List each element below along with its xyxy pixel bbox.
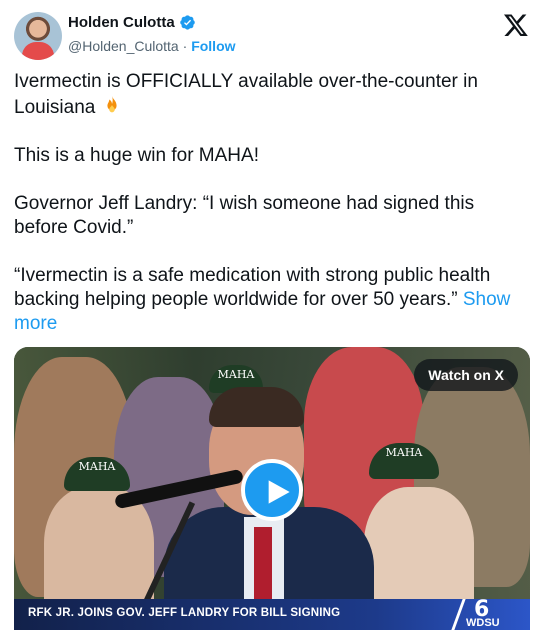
fire-icon: [107, 95, 117, 113]
x-logo-icon[interactable]: [503, 12, 529, 38]
tweet-paragraph-3: Governor Jeff Landry: “I wish someone ha…: [14, 193, 475, 238]
tweet-line-1: Ivermectin is OFFICIALLY available over-…: [14, 71, 478, 118]
news-lower-third: RFK JR. JOINS GOV. JEFF LANDRY FOR BILL …: [14, 597, 530, 630]
watch-on-x-button[interactable]: Watch on X: [414, 359, 518, 391]
tweet-text: Ivermectin is OFFICIALLY available over-…: [14, 70, 532, 336]
author-display-name[interactable]: Holden Culotta: [68, 14, 175, 31]
tweet-line-4: “Ivermectin is a safe medication with st…: [14, 265, 491, 310]
play-icon: [268, 480, 290, 504]
author-handle-row: @Holden_Culotta · Follow: [68, 38, 236, 54]
tweet-card: Holden Culotta @Holden_Culotta · Follow …: [0, 0, 545, 630]
follow-button[interactable]: Follow: [191, 38, 235, 54]
avatar-shirt: [22, 42, 54, 60]
handle-separator: ·: [182, 38, 188, 54]
author-name-row: Holden Culotta: [68, 14, 196, 31]
author-handle[interactable]: @Holden_Culotta: [68, 38, 179, 54]
speaker-hair: [209, 387, 304, 427]
tweet-paragraph-4: “Ivermectin is a safe medication with st…: [14, 264, 532, 336]
play-button[interactable]: [241, 459, 303, 521]
station-logo: 6 WDSU: [464, 597, 516, 629]
tweet-paragraph-2: This is a huge win for MAHA!: [14, 145, 259, 166]
tweet-paragraph-1: Ivermectin is OFFICIALLY available over-…: [14, 70, 532, 120]
avatar[interactable]: [14, 12, 62, 60]
verified-badge-icon: [179, 15, 195, 30]
video-player[interactable]: MAHA MAHA MAHA Watch on X RFK JR. JOINS …: [14, 347, 530, 630]
station-name: WDSU: [466, 617, 500, 629]
news-headline: RFK JR. JOINS GOV. JEFF LANDRY FOR BILL …: [28, 607, 341, 619]
